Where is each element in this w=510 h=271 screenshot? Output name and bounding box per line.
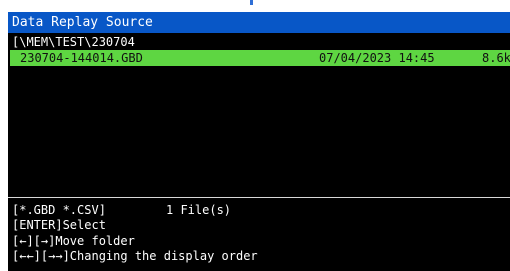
top-accent-mark	[250, 0, 253, 5]
current-path: [\MEM\TEST\230704	[12, 35, 135, 49]
file-row-selected[interactable]: 230704-144014.GBD 07/04/2023 14:45 8.6k	[10, 50, 510, 66]
file-count: 1 File(s)	[166, 203, 232, 217]
screen: Data Replay Source [\MEM\TEST\230704 230…	[0, 0, 510, 271]
display-order-help: [←←][→→]Changing the display order	[12, 249, 258, 263]
file-size: 8.6k	[482, 51, 510, 65]
move-folder-help: [←][→]Move folder	[12, 234, 135, 248]
window-title: Data Replay Source	[8, 12, 510, 33]
enter-help: [ENTER]Select	[12, 218, 106, 232]
file-name: 230704-144014.GBD	[20, 51, 143, 65]
file-filter: [*.GBD *.CSV]	[12, 203, 106, 217]
data-replay-source-panel: Data Replay Source [\MEM\TEST\230704 230…	[8, 12, 510, 271]
help-footer: [*.GBD *.CSV] 1 File(s) [ENTER]Select [←…	[8, 197, 510, 271]
file-date: 07/04/2023 14:45	[319, 51, 435, 65]
